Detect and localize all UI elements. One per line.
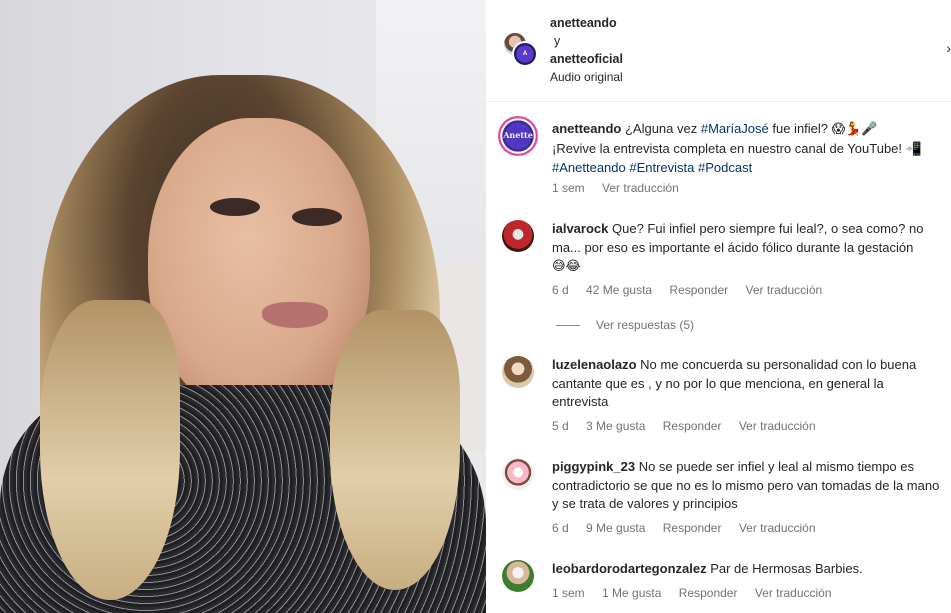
caption: Anette anetteando ¿Alguna vez #MaríaJosé… <box>486 114 951 204</box>
comment-text: piggypink_23 No se puede ser infiel y le… <box>552 458 942 514</box>
comment-username[interactable]: piggypink_23 <box>552 459 635 474</box>
caption-time[interactable]: 1 sem <box>552 181 585 195</box>
collab-connector: y <box>554 34 561 48</box>
comment-text: luzelenaolazo No me concuerda su persona… <box>552 356 942 412</box>
comment-time[interactable]: 6 d <box>552 521 569 535</box>
caption-username[interactable]: anetteando <box>552 121 621 136</box>
comment-likes[interactable]: 1 Me gusta <box>602 586 661 600</box>
comment-emojis: 😅😂 <box>552 259 581 274</box>
translate-button[interactable]: Ver traducción <box>739 521 816 535</box>
chevron-right-icon[interactable]: › <box>946 40 951 56</box>
avatar[interactable] <box>502 560 534 592</box>
caption-part: ¿Alguna vez <box>624 121 701 136</box>
comment-meta: 5 d 3 Me gusta Responder Ver traducción <box>552 419 830 433</box>
comment-content: Que? Fui infiel pero siempre fui leal?, … <box>552 221 924 255</box>
comment-username[interactable]: ialvarock <box>552 221 608 236</box>
translate-button[interactable]: Ver traducción <box>602 181 679 195</box>
translate-button[interactable]: Ver traducción <box>745 283 822 297</box>
collab-user-2[interactable]: anetteoficial <box>550 50 623 68</box>
hashtag-link[interactable]: #Anetteando <box>552 160 626 175</box>
media-left-eye <box>210 198 260 216</box>
caption-emojis: 😱💃🎤 <box>831 122 878 137</box>
collab-info: anetteando y anetteoficial Audio origina… <box>550 14 623 86</box>
comment-time[interactable]: 1 sem <box>552 586 585 600</box>
avatar-logo-text: A <box>522 51 528 57</box>
comment-likes[interactable]: 42 Me gusta <box>586 283 652 297</box>
hashtag-link[interactable]: #MaríaJosé <box>701 121 769 136</box>
caption-meta: 1 sem Ver traducción <box>552 181 693 195</box>
translate-button[interactable]: Ver traducción <box>739 419 816 433</box>
comment-meta: 6 d 42 Me gusta Responder Ver traducción <box>552 283 836 297</box>
collab-avatars[interactable]: A <box>502 31 542 69</box>
avatar[interactable] <box>502 356 534 388</box>
reply-button[interactable]: Responder <box>663 521 722 535</box>
view-replies-label[interactable]: Ver respuestas (5) <box>596 318 694 332</box>
caption-part: ¡Revive la entrevista completa en nuestr… <box>552 140 906 156</box>
translate-button[interactable]: Ver traducción <box>755 586 832 600</box>
comment-item: ialvarock Que? Fui infiel pero siempre f… <box>486 216 951 336</box>
avatar[interactable] <box>502 458 534 490</box>
view-replies-button[interactable]: Ver respuestas (5) <box>556 318 694 332</box>
comments-panel: A anetteando y anetteoficial Audio origi… <box>486 0 951 613</box>
comment-likes[interactable]: 3 Me gusta <box>586 419 645 433</box>
comment-username[interactable]: leobardorodartegonzalez <box>552 561 707 576</box>
post-header: A anetteando y anetteoficial Audio origi… <box>486 0 951 102</box>
media-right-eye <box>292 208 342 226</box>
media-lips <box>262 302 328 328</box>
avatar-logo-text: Anette <box>503 130 533 140</box>
avatar[interactable] <box>502 220 534 252</box>
reply-button[interactable]: Responder <box>663 419 722 433</box>
avatar[interactable]: Anette <box>498 116 538 156</box>
caption-emojis: 📲 <box>905 141 922 157</box>
comment-username[interactable]: luzelenaolazo <box>552 357 637 372</box>
comment-content: Par de Hermosas Barbies. <box>710 561 863 576</box>
comment-likes[interactable]: 9 Me gusta <box>586 521 645 535</box>
comment-item: piggypink_23 No se puede ser infiel y le… <box>486 454 951 544</box>
comment-meta: 6 d 9 Me gusta Responder Ver traducción <box>552 521 830 535</box>
caption-part: fue infiel? <box>768 121 832 136</box>
media-hair-right <box>330 310 460 590</box>
replies-divider <box>556 324 580 326</box>
avatar[interactable]: A <box>512 41 538 67</box>
hashtag-link[interactable]: #Podcast <box>698 160 752 175</box>
comment-text: ialvarock Que? Fui infiel pero siempre f… <box>552 220 942 277</box>
reply-button[interactable]: Responder <box>679 586 738 600</box>
comment-item: leobardorodartegonzalez Par de Hermosas … <box>486 556 951 613</box>
audio-link[interactable]: Audio original <box>550 68 623 86</box>
caption-text: anetteando ¿Alguna vez #MaríaJosé fue in… <box>552 120 942 178</box>
hashtag-link[interactable]: #Entrevista <box>629 160 694 175</box>
comment-item: luzelenaolazo No me concuerda su persona… <box>486 352 951 442</box>
reply-button[interactable]: Responder <box>669 283 728 297</box>
post-media-video[interactable] <box>0 0 486 613</box>
media-hair-left <box>40 300 180 600</box>
comment-meta: 1 sem 1 Me gusta Responder Ver traducció… <box>552 586 846 600</box>
collab-user-1[interactable]: anetteando <box>550 14 623 32</box>
comment-time[interactable]: 5 d <box>552 419 569 433</box>
comment-time[interactable]: 6 d <box>552 283 569 297</box>
comment-text: leobardorodartegonzalez Par de Hermosas … <box>552 560 942 579</box>
